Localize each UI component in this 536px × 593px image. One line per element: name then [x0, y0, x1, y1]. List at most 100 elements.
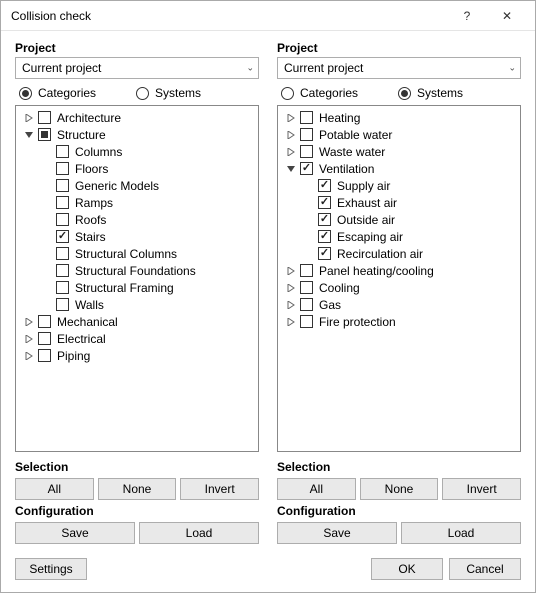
- help-button[interactable]: ?: [447, 2, 487, 30]
- category-tree[interactable]: ArchitectureStructureColumnsFloorsGeneri…: [15, 105, 259, 452]
- expand-icon[interactable]: [285, 316, 297, 328]
- tree-node-label: Outside air: [334, 213, 395, 227]
- tree-node[interactable]: Recirculation air: [282, 245, 516, 262]
- select-all-button[interactable]: All: [15, 478, 94, 500]
- cancel-button[interactable]: Cancel: [449, 558, 521, 580]
- tree-node[interactable]: Columns: [20, 143, 254, 160]
- tree-node[interactable]: Electrical: [20, 330, 254, 347]
- checkbox[interactable]: [38, 332, 51, 345]
- checkbox[interactable]: [38, 349, 51, 362]
- tree-node-label: Architecture: [54, 111, 121, 125]
- project-combo[interactable]: Current project ⌄: [277, 57, 521, 79]
- checkbox[interactable]: [300, 162, 313, 175]
- tree-node-label: Supply air: [334, 179, 390, 193]
- checkbox[interactable]: [300, 298, 313, 311]
- checkbox[interactable]: [56, 179, 69, 192]
- select-none-button[interactable]: None: [360, 478, 439, 500]
- select-all-button[interactable]: All: [277, 478, 356, 500]
- button-label: None: [385, 482, 414, 496]
- select-invert-button[interactable]: Invert: [442, 478, 521, 500]
- tree-node[interactable]: Piping: [20, 347, 254, 364]
- tree-node[interactable]: Walls: [20, 296, 254, 313]
- checkbox[interactable]: [318, 230, 331, 243]
- tree-node[interactable]: Exhaust air: [282, 194, 516, 211]
- tree-node[interactable]: Roofs: [20, 211, 254, 228]
- tree-node[interactable]: Ramps: [20, 194, 254, 211]
- radio-systems[interactable]: Systems: [398, 86, 463, 100]
- tree-node[interactable]: Supply air: [282, 177, 516, 194]
- checkbox[interactable]: [318, 196, 331, 209]
- ok-button[interactable]: OK: [371, 558, 443, 580]
- tree-node[interactable]: Heating: [282, 109, 516, 126]
- tree-node[interactable]: Outside air: [282, 211, 516, 228]
- config-load-button[interactable]: Load: [401, 522, 521, 544]
- checkbox[interactable]: [56, 213, 69, 226]
- expand-icon[interactable]: [285, 299, 297, 311]
- tree-node[interactable]: Ventilation: [282, 160, 516, 177]
- tree-node[interactable]: Cooling: [282, 279, 516, 296]
- tree-node-label: Potable water: [316, 128, 392, 142]
- tree-node[interactable]: Panel heating/cooling: [282, 262, 516, 279]
- expand-icon[interactable]: [285, 129, 297, 141]
- expand-icon[interactable]: [23, 350, 35, 362]
- radio-systems[interactable]: Systems: [136, 86, 201, 100]
- collapse-icon[interactable]: [285, 163, 297, 175]
- expand-icon[interactable]: [285, 112, 297, 124]
- checkbox[interactable]: [56, 281, 69, 294]
- tree-node[interactable]: Gas: [282, 296, 516, 313]
- tree-node[interactable]: Structural Foundations: [20, 262, 254, 279]
- checkbox[interactable]: [300, 128, 313, 141]
- select-none-button[interactable]: None: [98, 478, 177, 500]
- expand-icon[interactable]: [23, 112, 35, 124]
- tree-node[interactable]: Mechanical: [20, 313, 254, 330]
- tree-node[interactable]: Architecture: [20, 109, 254, 126]
- checkbox[interactable]: [318, 179, 331, 192]
- config-load-button[interactable]: Load: [139, 522, 259, 544]
- checkbox[interactable]: [56, 247, 69, 260]
- checkbox[interactable]: [56, 145, 69, 158]
- checkbox[interactable]: [300, 281, 313, 294]
- checkbox[interactable]: [300, 111, 313, 124]
- checkbox[interactable]: [56, 230, 69, 243]
- tree-node[interactable]: Structural Framing: [20, 279, 254, 296]
- checkbox[interactable]: [56, 298, 69, 311]
- checkbox[interactable]: [56, 264, 69, 277]
- tree-node-label: Structural Columns: [72, 247, 177, 261]
- config-save-button[interactable]: Save: [15, 522, 135, 544]
- checkbox[interactable]: [56, 196, 69, 209]
- settings-button[interactable]: Settings: [15, 558, 87, 580]
- config-save-button[interactable]: Save: [277, 522, 397, 544]
- checkbox[interactable]: [38, 128, 51, 141]
- tree-node-label: Walls: [72, 298, 104, 312]
- radio-categories[interactable]: Categories: [19, 86, 96, 100]
- tree-node[interactable]: Floors: [20, 160, 254, 177]
- systems-tree[interactable]: Heating Potable waterWaste waterVentilati…: [277, 105, 521, 452]
- checkbox[interactable]: [300, 315, 313, 328]
- collapse-icon[interactable]: [23, 129, 35, 141]
- checkbox[interactable]: [318, 213, 331, 226]
- radio-categories[interactable]: Categories: [281, 86, 358, 100]
- checkbox[interactable]: [56, 162, 69, 175]
- tree-node[interactable]: Stairs: [20, 228, 254, 245]
- expand-icon[interactable]: [285, 265, 297, 277]
- tree-node[interactable]: Fire protection: [282, 313, 516, 330]
- expand-icon[interactable]: [23, 333, 35, 345]
- tree-node[interactable]: Potable water: [282, 126, 516, 143]
- expand-icon[interactable]: [285, 282, 297, 294]
- checkbox[interactable]: [38, 315, 51, 328]
- close-button[interactable]: ✕: [487, 2, 527, 30]
- checkbox[interactable]: [300, 145, 313, 158]
- tree-node[interactable]: Structural Columns: [20, 245, 254, 262]
- checkbox[interactable]: [38, 111, 51, 124]
- checkbox[interactable]: [318, 247, 331, 260]
- select-invert-button[interactable]: Invert: [180, 478, 259, 500]
- tree-node[interactable]: Escaping air: [282, 228, 516, 245]
- tree-node[interactable]: Structure: [20, 126, 254, 143]
- expand-icon[interactable]: [23, 316, 35, 328]
- project-combo[interactable]: Current project ⌄: [15, 57, 259, 79]
- checkbox[interactable]: [300, 264, 313, 277]
- tree-node[interactable]: Generic Models: [20, 177, 254, 194]
- expand-icon[interactable]: [285, 146, 297, 158]
- tree-node-label: Recirculation air: [334, 247, 423, 261]
- tree-node[interactable]: Waste water: [282, 143, 516, 160]
